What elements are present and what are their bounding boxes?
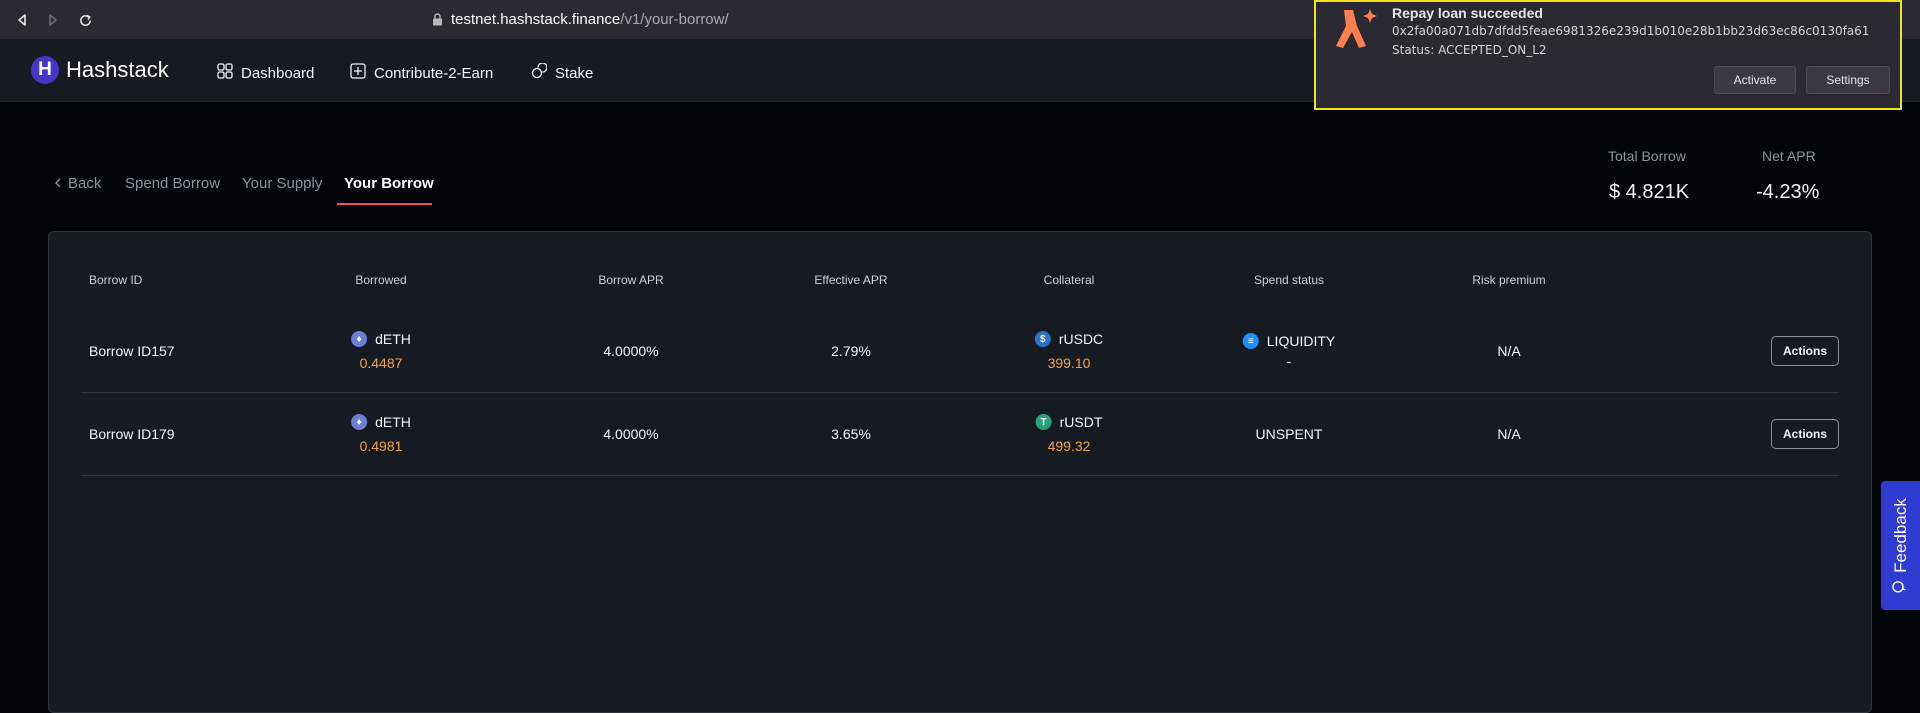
borrow-apr: 4.0000% xyxy=(603,426,659,442)
spend-status: UNSPENT xyxy=(1255,426,1323,442)
header-effective-apr: Effective APR xyxy=(814,273,888,287)
nav-contribute-label: Contribute-2-Earn xyxy=(374,64,494,82)
borrowed-cell: ♦ dETH 0.4487 xyxy=(351,331,411,371)
borrow-id: Borrow ID179 xyxy=(89,426,175,442)
borrow-id: Borrow ID157 xyxy=(89,343,175,359)
header-borrowed: Borrowed xyxy=(355,273,407,287)
total-borrow-label: Total Borrow xyxy=(1608,148,1686,164)
nav-contribute-2-earn[interactable]: Contribute-2-Earn xyxy=(350,63,493,83)
net-apr-label: Net APR xyxy=(1762,148,1816,164)
eth-icon: ♦ xyxy=(351,414,368,430)
usdt-icon: T xyxy=(1035,414,1052,430)
collateral-amount: 399.10 xyxy=(1047,355,1091,371)
plus-square-icon xyxy=(350,63,366,83)
eth-icon: ♦ xyxy=(351,331,368,347)
nav-dashboard-label: Dashboard xyxy=(241,64,315,82)
borrowed-token: dETH xyxy=(375,331,411,347)
back-arrow-icon[interactable] xyxy=(11,9,33,31)
notification-title: Repay loan succeeded xyxy=(1392,5,1543,21)
spend-status: LIQUIDITY xyxy=(1266,333,1336,349)
address-bar[interactable]: testnet.hashstack.finance/v1/your-borrow… xyxy=(432,11,729,28)
borrowed-token: dETH xyxy=(375,414,411,430)
tab-your-supply[interactable]: Your Supply xyxy=(242,175,322,192)
notification-toast: Repay loan succeeded 0x2fa00a071db7dfdd5… xyxy=(1314,0,1902,110)
spend-status-sub: - xyxy=(1286,353,1292,369)
url-host: testnet.hashstack.finance xyxy=(451,11,621,28)
stake-icon xyxy=(531,62,548,83)
nav-stake-label: Stake xyxy=(555,64,594,82)
borrowed-amount: 0.4487 xyxy=(359,355,403,371)
activate-button[interactable]: Activate xyxy=(1714,66,1796,94)
feedback-icon xyxy=(1891,579,1911,593)
actions-button[interactable]: Actions xyxy=(1771,336,1839,366)
grid-icon xyxy=(217,63,233,83)
transaction-hash: 0x2fa00a071db7dfdd5feae6981326e239d1b010… xyxy=(1392,24,1870,38)
collateral-amount: 499.32 xyxy=(1047,438,1091,454)
app-logo-icon xyxy=(1336,9,1377,48)
header-risk-premium: Risk premium xyxy=(1472,273,1546,287)
tab-spend-borrow[interactable]: Spend Borrow xyxy=(125,175,220,192)
reload-icon[interactable] xyxy=(74,9,96,31)
risk-premium: N/A xyxy=(1497,426,1521,442)
liquidity-icon: ≡ xyxy=(1242,333,1259,349)
risk-premium: N/A xyxy=(1497,343,1521,359)
net-apr-value: -4.23% xyxy=(1756,181,1820,203)
chevron-left-icon xyxy=(54,175,62,192)
table-row: Borrow ID157 ♦ dETH 0.4487 4.0000% 2.79%… xyxy=(81,310,1839,393)
collateral-token: rUSDC xyxy=(1058,331,1104,347)
back-link[interactable]: Back xyxy=(54,175,101,192)
header-collateral: Collateral xyxy=(1043,273,1095,287)
tab-your-borrow[interactable]: Your Borrow xyxy=(344,175,434,192)
borrowed-amount: 0.4981 xyxy=(359,438,403,454)
collateral-cell: $ rUSDC 399.10 xyxy=(1034,331,1104,371)
feedback-label: Feedback xyxy=(1890,497,1910,573)
effective-apr: 2.79% xyxy=(831,343,871,359)
url-path: /v1/your-borrow/ xyxy=(620,11,729,28)
header-spend-status: Spend status xyxy=(1253,273,1325,287)
borrow-table-panel: Borrow ID Borrowed Borrow APR Effective … xyxy=(48,231,1872,713)
actions-button[interactable]: Actions xyxy=(1771,419,1839,449)
usdc-icon: $ xyxy=(1034,331,1051,347)
header-borrow-id: Borrow ID xyxy=(89,273,143,287)
table-row: Borrow ID179 ♦ dETH 0.4981 4.0000% 3.65%… xyxy=(81,393,1839,476)
header-borrow-apr: Borrow APR xyxy=(598,273,664,287)
effective-apr: 3.65% xyxy=(831,426,871,442)
transaction-status: Status: ACCEPTED_ON_L2 xyxy=(1392,43,1547,57)
forward-arrow-icon[interactable] xyxy=(42,9,64,31)
feedback-tab[interactable]: Feedback xyxy=(1881,481,1920,610)
spend-status-cell: ≡ LIQUIDITY - xyxy=(1242,333,1336,369)
collateral-token: rUSDT xyxy=(1059,414,1103,430)
active-tab-underline xyxy=(337,203,432,205)
nav-stake[interactable]: Stake xyxy=(531,62,594,83)
hashstack-logo-icon: H xyxy=(31,56,59,84)
total-borrow-value: $ 4.821K xyxy=(1609,181,1690,203)
hashstack-logo[interactable]: H Hashstack xyxy=(31,56,169,84)
logo-text: Hashstack xyxy=(66,57,169,82)
settings-button[interactable]: Settings xyxy=(1806,66,1890,94)
borrowed-cell: ♦ dETH 0.4981 xyxy=(351,414,411,454)
borrow-apr: 4.0000% xyxy=(603,343,659,359)
back-label: Back xyxy=(68,175,102,192)
lock-icon xyxy=(432,13,443,26)
collateral-cell: T rUSDT 499.32 xyxy=(1035,414,1103,454)
nav-dashboard[interactable]: Dashboard xyxy=(217,63,314,83)
